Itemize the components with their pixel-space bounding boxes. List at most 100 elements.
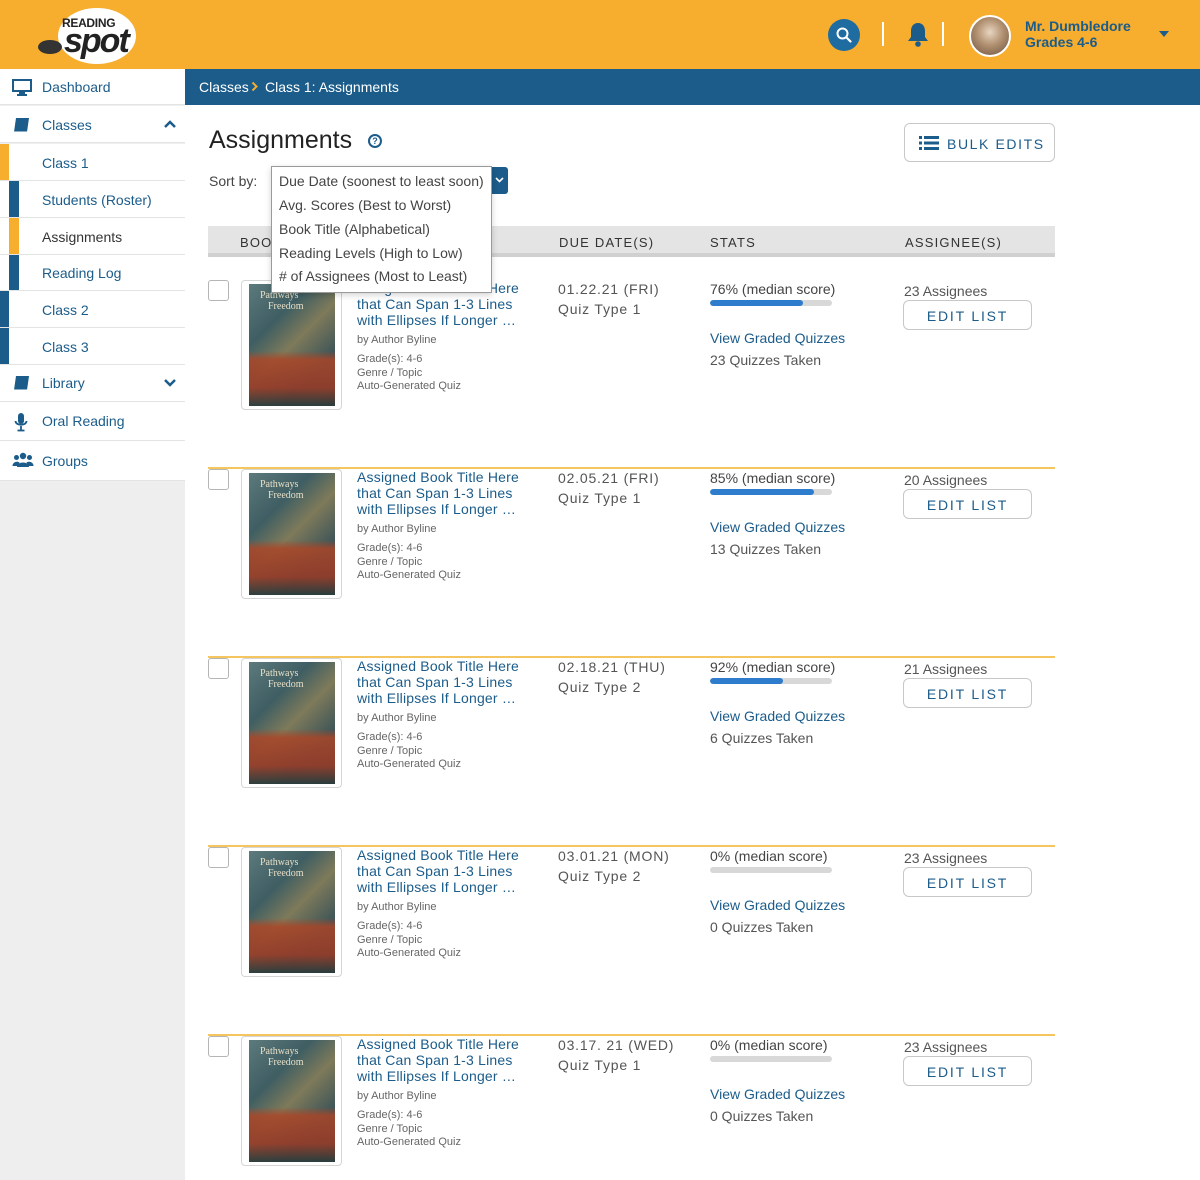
- sidebar-item-assignments[interactable]: Assignments: [0, 218, 185, 255]
- sidebar-item-label: Class 2: [42, 302, 89, 318]
- cover-title-line: Pathways: [260, 668, 299, 679]
- sidebar-item-class-1[interactable]: Class 1: [0, 144, 185, 181]
- quiz-kind: Auto-Generated Quiz: [357, 380, 461, 392]
- sort-dropdown-toggle[interactable]: [491, 167, 508, 194]
- row-checkbox[interactable]: [208, 1036, 229, 1057]
- edit-list-button[interactable]: EDIT LIST: [903, 867, 1032, 897]
- bulk-edits-button[interactable]: BULK EDITS: [904, 123, 1055, 162]
- nested-indicator: [0, 328, 9, 364]
- sidebar-item-groups[interactable]: Groups: [0, 441, 185, 481]
- reading-spot-logo[interactable]: READING spot: [36, 8, 138, 64]
- help-icon[interactable]: ?: [368, 134, 382, 148]
- book-grades: Grade(s): 4-6: [357, 731, 423, 743]
- cover-title-line: Freedom: [268, 868, 304, 879]
- book-cover[interactable]: Pathways Freedom: [241, 469, 342, 599]
- sidebar: Dashboard Classes Class 1 Students (Rost…: [0, 69, 185, 1180]
- edit-list-label: EDIT LIST: [926, 1064, 1009, 1080]
- column-header-due-date[interactable]: DUE DATE(S): [559, 235, 654, 250]
- user-name[interactable]: Mr. Dumbledore: [1025, 18, 1131, 34]
- sidebar-item-dashboard[interactable]: Dashboard: [0, 69, 185, 105]
- book-title-link[interactable]: Assigned Book Title Here that Can Span 1…: [357, 469, 532, 517]
- edit-list-button[interactable]: EDIT LIST: [903, 678, 1032, 708]
- sort-option[interactable]: Reading Levels (High to Low): [279, 245, 463, 261]
- breadcrumb-classes-link[interactable]: Classes: [199, 79, 249, 95]
- column-header-stats[interactable]: STATS: [710, 235, 756, 250]
- view-graded-quizzes-link[interactable]: View Graded Quizzes: [710, 330, 845, 346]
- sidebar-item-library[interactable]: Library: [0, 365, 185, 402]
- sidebar-item-class-2[interactable]: Class 2: [0, 291, 185, 328]
- book-cover[interactable]: Pathways Freedom: [241, 280, 342, 410]
- sidebar-item-classes[interactable]: Classes: [0, 106, 185, 143]
- median-score-bar: [710, 678, 832, 684]
- sort-option[interactable]: Avg. Scores (Best to Worst): [279, 197, 451, 213]
- table-row: Pathways Freedom Assigned Book Title Her…: [208, 1036, 1055, 1180]
- book-cover[interactable]: Pathways Freedom: [241, 658, 342, 788]
- book-cover-image: Pathways Freedom: [249, 1040, 335, 1162]
- author-byline: by Author Byline: [357, 1090, 437, 1102]
- user-menu-caret-icon[interactable]: [1159, 31, 1169, 37]
- book-cover[interactable]: Pathways Freedom: [241, 1036, 342, 1166]
- sidebar-item-reading-log[interactable]: Reading Log: [0, 255, 185, 291]
- header-divider: [942, 22, 944, 46]
- sidebar-item-students-roster[interactable]: Students (Roster): [0, 181, 185, 218]
- row-checkbox[interactable]: [208, 280, 229, 301]
- book-title-link[interactable]: Assigned Book Title Here that Can Span 1…: [357, 1036, 532, 1084]
- assignees-count: 23 Assignees: [904, 1039, 988, 1055]
- quizzes-taken: 0 Quizzes Taken: [710, 919, 814, 935]
- median-score-bar: [710, 300, 832, 306]
- median-score-bar: [710, 867, 832, 873]
- book-title-link[interactable]: Assigned Book Title Here that Can Span 1…: [357, 658, 532, 706]
- bee-icon: [38, 40, 62, 54]
- sidebar-item-label: Dashboard: [42, 79, 111, 95]
- median-score-bar: [710, 1056, 832, 1062]
- sort-option[interactable]: Due Date (soonest to least soon): [279, 173, 484, 189]
- row-checkbox[interactable]: [208, 658, 229, 679]
- edit-list-button[interactable]: EDIT LIST: [903, 300, 1032, 330]
- sidebar-item-label: Library: [42, 375, 85, 391]
- due-date: 02.05.21 (FRI): [558, 470, 660, 486]
- quiz-kind: Auto-Generated Quiz: [357, 569, 461, 581]
- notifications-button[interactable]: [904, 20, 932, 53]
- sort-option[interactable]: # of Assignees (Most to Least): [279, 268, 467, 284]
- view-graded-quizzes-link[interactable]: View Graded Quizzes: [710, 1086, 845, 1102]
- edit-list-button[interactable]: EDIT LIST: [903, 1056, 1032, 1086]
- sidebar-item-oral-reading[interactable]: Oral Reading: [0, 402, 185, 441]
- row-checkbox[interactable]: [208, 847, 229, 868]
- sidebar-item-label: Groups: [42, 453, 88, 469]
- sidebar-item-label: Students (Roster): [42, 192, 152, 208]
- book-grades: Grade(s): 4-6: [357, 353, 423, 365]
- due-date: 01.22.21 (FRI): [558, 281, 660, 297]
- nested-indicator: [9, 181, 19, 217]
- breadcrumb: Classes Class 1: Assignments: [185, 69, 1200, 105]
- view-graded-quizzes-link[interactable]: View Graded Quizzes: [710, 897, 845, 913]
- table-row: Pathways Freedom Assigned Book Title Her…: [208, 469, 1055, 658]
- user-grade[interactable]: Grades 4-6: [1025, 34, 1097, 50]
- book-cover-image: Pathways Freedom: [249, 473, 335, 595]
- due-date: 03.17. 21 (WED): [558, 1037, 675, 1053]
- cover-title-line: Freedom: [268, 1057, 304, 1068]
- search-button[interactable]: [828, 19, 860, 51]
- sidebar-item-class-3[interactable]: Class 3: [0, 328, 185, 365]
- sidebar-item-label: Reading Log: [42, 265, 122, 281]
- view-graded-quizzes-link[interactable]: View Graded Quizzes: [710, 519, 845, 535]
- sort-option[interactable]: Book Title (Alphabetical): [279, 221, 430, 237]
- active-indicator: [9, 218, 19, 254]
- cover-title-line: Freedom: [268, 490, 304, 501]
- median-score-bar-fill: [710, 489, 814, 495]
- chevron-up-icon[interactable]: [163, 120, 177, 129]
- cover-title-line: Pathways: [260, 1046, 299, 1057]
- nested-indicator: [0, 291, 9, 327]
- quiz-kind: Auto-Generated Quiz: [357, 1136, 461, 1148]
- user-avatar[interactable]: [969, 15, 1011, 57]
- row-checkbox[interactable]: [208, 469, 229, 490]
- monitor-icon: [12, 79, 32, 96]
- edit-list-button[interactable]: EDIT LIST: [903, 489, 1032, 519]
- book-grades: Grade(s): 4-6: [357, 1109, 423, 1121]
- view-graded-quizzes-link[interactable]: View Graded Quizzes: [710, 708, 845, 724]
- table-row: Pathways Freedom Assigned Book Title Her…: [208, 280, 1055, 469]
- book-title-link[interactable]: Assigned Book Title Here that Can Span 1…: [357, 847, 532, 895]
- book-cover[interactable]: Pathways Freedom: [241, 847, 342, 977]
- column-header-assignees[interactable]: ASSIGNEE(S): [905, 235, 1002, 250]
- median-score: 92% (median score): [710, 659, 836, 675]
- chevron-down-icon[interactable]: [163, 378, 177, 387]
